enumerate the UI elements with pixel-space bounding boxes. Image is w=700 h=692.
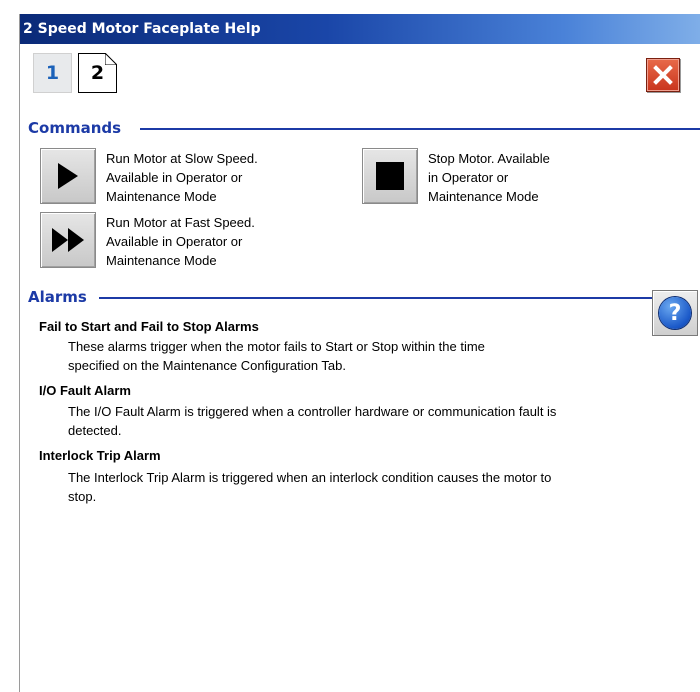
page-2-button[interactable]: 2 <box>78 53 117 93</box>
alarm-title-interlock-trip: Interlock Trip Alarm <box>39 448 161 463</box>
alarm-interlock-line-2: stop. <box>68 489 97 504</box>
run-slow-line-1: Run Motor at Slow Speed. <box>106 151 258 166</box>
alarms-divider <box>99 297 654 299</box>
run-fast-description: Run Motor at Fast Speed. Available in Op… <box>106 213 255 270</box>
page-fold-icon <box>105 53 117 65</box>
alarm-description-interlock-trip: The Interlock Trip Alarm is triggered wh… <box>68 468 678 506</box>
alarm-fail-line-1: These alarms trigger when the motor fail… <box>68 339 485 354</box>
help-glyph: ? <box>668 300 682 326</box>
title-bar: 2 Speed Motor Faceplate Help <box>20 14 700 44</box>
background-strip <box>0 0 19 692</box>
stop-description: Stop Motor. Available in Operator or Mai… <box>428 149 550 206</box>
run-slow-line-2: Available in Operator or <box>106 170 243 185</box>
close-button[interactable] <box>646 58 680 92</box>
stop-line-1: Stop Motor. Available <box>428 151 550 166</box>
alarm-interlock-line-1: The Interlock Trip Alarm is triggered wh… <box>68 470 552 485</box>
alarm-title-fail-to-start: Fail to Start and Fail to Stop Alarms <box>39 319 259 334</box>
run-fast-line-3: Maintenance Mode <box>106 253 217 268</box>
run-slow-button[interactable] <box>40 148 96 204</box>
alarms-heading: Alarms <box>28 288 87 306</box>
run-slow-line-3: Maintenance Mode <box>106 189 217 204</box>
page-1-button[interactable]: 1 <box>33 53 72 93</box>
help-icon: ? <box>659 297 691 329</box>
run-slow-description: Run Motor at Slow Speed. Available in Op… <box>106 149 258 206</box>
fast-forward-icon <box>52 228 84 252</box>
alarm-io-line-2: detected. <box>68 423 122 438</box>
page-1-label: 1 <box>45 62 60 84</box>
alarm-io-line-1: The I/O Fault Alarm is triggered when a … <box>68 404 557 419</box>
alarm-description-fail-to-start: These alarms trigger when the motor fail… <box>68 337 678 375</box>
run-fast-line-2: Available in Operator or <box>106 234 243 249</box>
alarm-title-io-fault: I/O Fault Alarm <box>39 383 131 398</box>
help-window: 2 Speed Motor Faceplate Help 1 2 Command… <box>19 14 700 692</box>
close-icon <box>653 65 673 85</box>
run-fast-line-1: Run Motor at Fast Speed. <box>106 215 255 230</box>
page-2-label: 2 <box>90 62 105 84</box>
alarms-heading-text: Alarms <box>28 288 87 306</box>
alarm-fail-line-2: specified on the Maintenance Configurati… <box>68 358 347 373</box>
run-fast-button[interactable] <box>40 212 96 268</box>
help-button[interactable]: ? <box>652 290 698 336</box>
stop-icon <box>376 162 404 190</box>
stop-button[interactable] <box>362 148 418 204</box>
commands-heading: Commands <box>28 119 121 137</box>
commands-divider <box>140 128 700 130</box>
commands-heading-text: Commands <box>28 119 122 137</box>
alarm-description-io-fault: The I/O Fault Alarm is triggered when a … <box>68 402 678 440</box>
stop-line-2: in Operator or <box>428 170 509 185</box>
play-icon <box>58 163 78 189</box>
window-title: 2 Speed Motor Faceplate Help <box>23 21 261 37</box>
stop-line-3: Maintenance Mode <box>428 189 539 204</box>
